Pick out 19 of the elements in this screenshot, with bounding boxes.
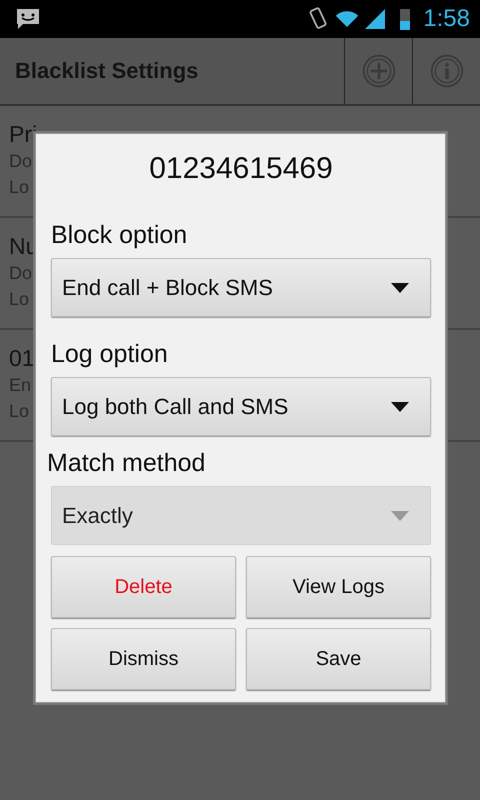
field-label: Match method [47,448,206,478]
dialog-title: 01234615469 [148,152,334,187]
dialog-button[interactable]: Dismiss [51,628,236,690]
screen-title: Blacklist Settings [14,58,200,84]
dropdown[interactable]: Log both Call and SMS [51,377,431,436]
clock: 1:58 [423,5,470,33]
battery-icon [399,7,412,31]
caret-icon [390,400,410,412]
dropdown[interactable]: End call + Block SMS [51,258,431,317]
field-label: Block option [51,220,188,250]
caret-icon [390,510,410,522]
dialog-button[interactable]: View Logs [246,556,431,618]
message-icon [15,8,41,30]
dialog-button[interactable]: Save [246,628,431,690]
delete-button[interactable]: Delete [51,556,236,618]
field-label: Log option [51,338,169,370]
info-icon [428,53,464,89]
add-icon [360,53,396,89]
caret-icon [390,282,410,294]
